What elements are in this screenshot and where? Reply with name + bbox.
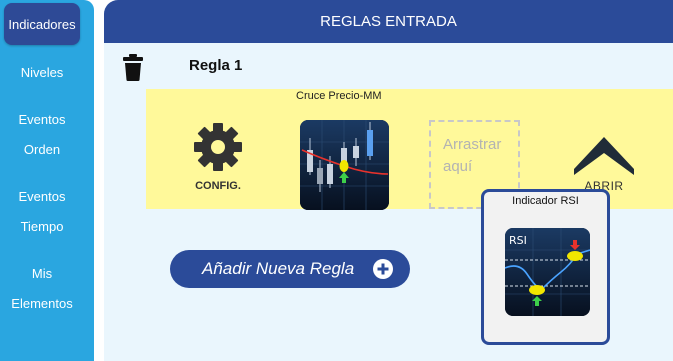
sidebar-item-label: Indicadores xyxy=(8,16,76,32)
plus-circle-icon xyxy=(373,259,393,279)
sidebar-item-eventos-tiempo[interactable]: Eventos Tiempo xyxy=(0,182,84,242)
sidebar-item-label: Orden xyxy=(23,142,61,157)
sidebar-item-niveles[interactable]: Niveles xyxy=(0,58,84,88)
sidebar-item-label: Tiempo xyxy=(20,219,64,234)
rsi-tile-label: RSI xyxy=(509,234,527,247)
dragged-indicator-card[interactable]: Indicador RSI RSI xyxy=(481,189,610,345)
dragged-indicator-caption: Indicador RSI xyxy=(512,195,579,207)
chevron-up-icon xyxy=(574,137,634,175)
panel-title: REGLAS ENTRADA xyxy=(320,13,457,30)
config-button[interactable]: CONFIG. xyxy=(188,121,248,192)
trash-icon[interactable] xyxy=(122,54,144,81)
add-rule-button[interactable]: Añadir Nueva Regla xyxy=(170,250,410,288)
rule-title: Regla 1 xyxy=(189,57,243,74)
sidebar-item-label: Niveles xyxy=(20,65,64,80)
rsi-chart-icon: RSI xyxy=(505,228,590,316)
sidebar-item-label: Eventos xyxy=(18,112,66,127)
indicator-caption: Cruce Precio-MM xyxy=(296,90,382,102)
gear-icon xyxy=(194,123,242,171)
sidebar-item-label: Elementos xyxy=(11,296,73,311)
config-label: CONFIG. xyxy=(195,180,241,192)
add-rule-label: Añadir Nueva Regla xyxy=(202,259,355,278)
panel-header: REGLAS ENTRADA xyxy=(104,0,673,43)
indicator-tile-rsi[interactable]: RSI xyxy=(505,228,590,316)
sidebar-item-eventos-orden[interactable]: Eventos Orden xyxy=(0,105,84,165)
candlestick-chart-icon xyxy=(300,120,389,210)
indicator-tile-cruce-precio-mm[interactable] xyxy=(300,120,389,210)
drop-zone-line1: Arrastrar xyxy=(443,136,502,153)
sidebar-item-mis-elementos[interactable]: Mis Elementos xyxy=(0,259,84,319)
drop-zone-line2: aquí xyxy=(443,158,473,175)
sidebar-item-indicadores[interactable]: Indicadores xyxy=(4,3,80,45)
sidebar: Indicadores Niveles Eventos Orden Evento… xyxy=(0,0,94,361)
sidebar-item-label: Mis xyxy=(31,266,53,281)
sidebar-item-label: Eventos xyxy=(18,189,66,204)
open-button[interactable]: ABRIR xyxy=(571,133,637,193)
